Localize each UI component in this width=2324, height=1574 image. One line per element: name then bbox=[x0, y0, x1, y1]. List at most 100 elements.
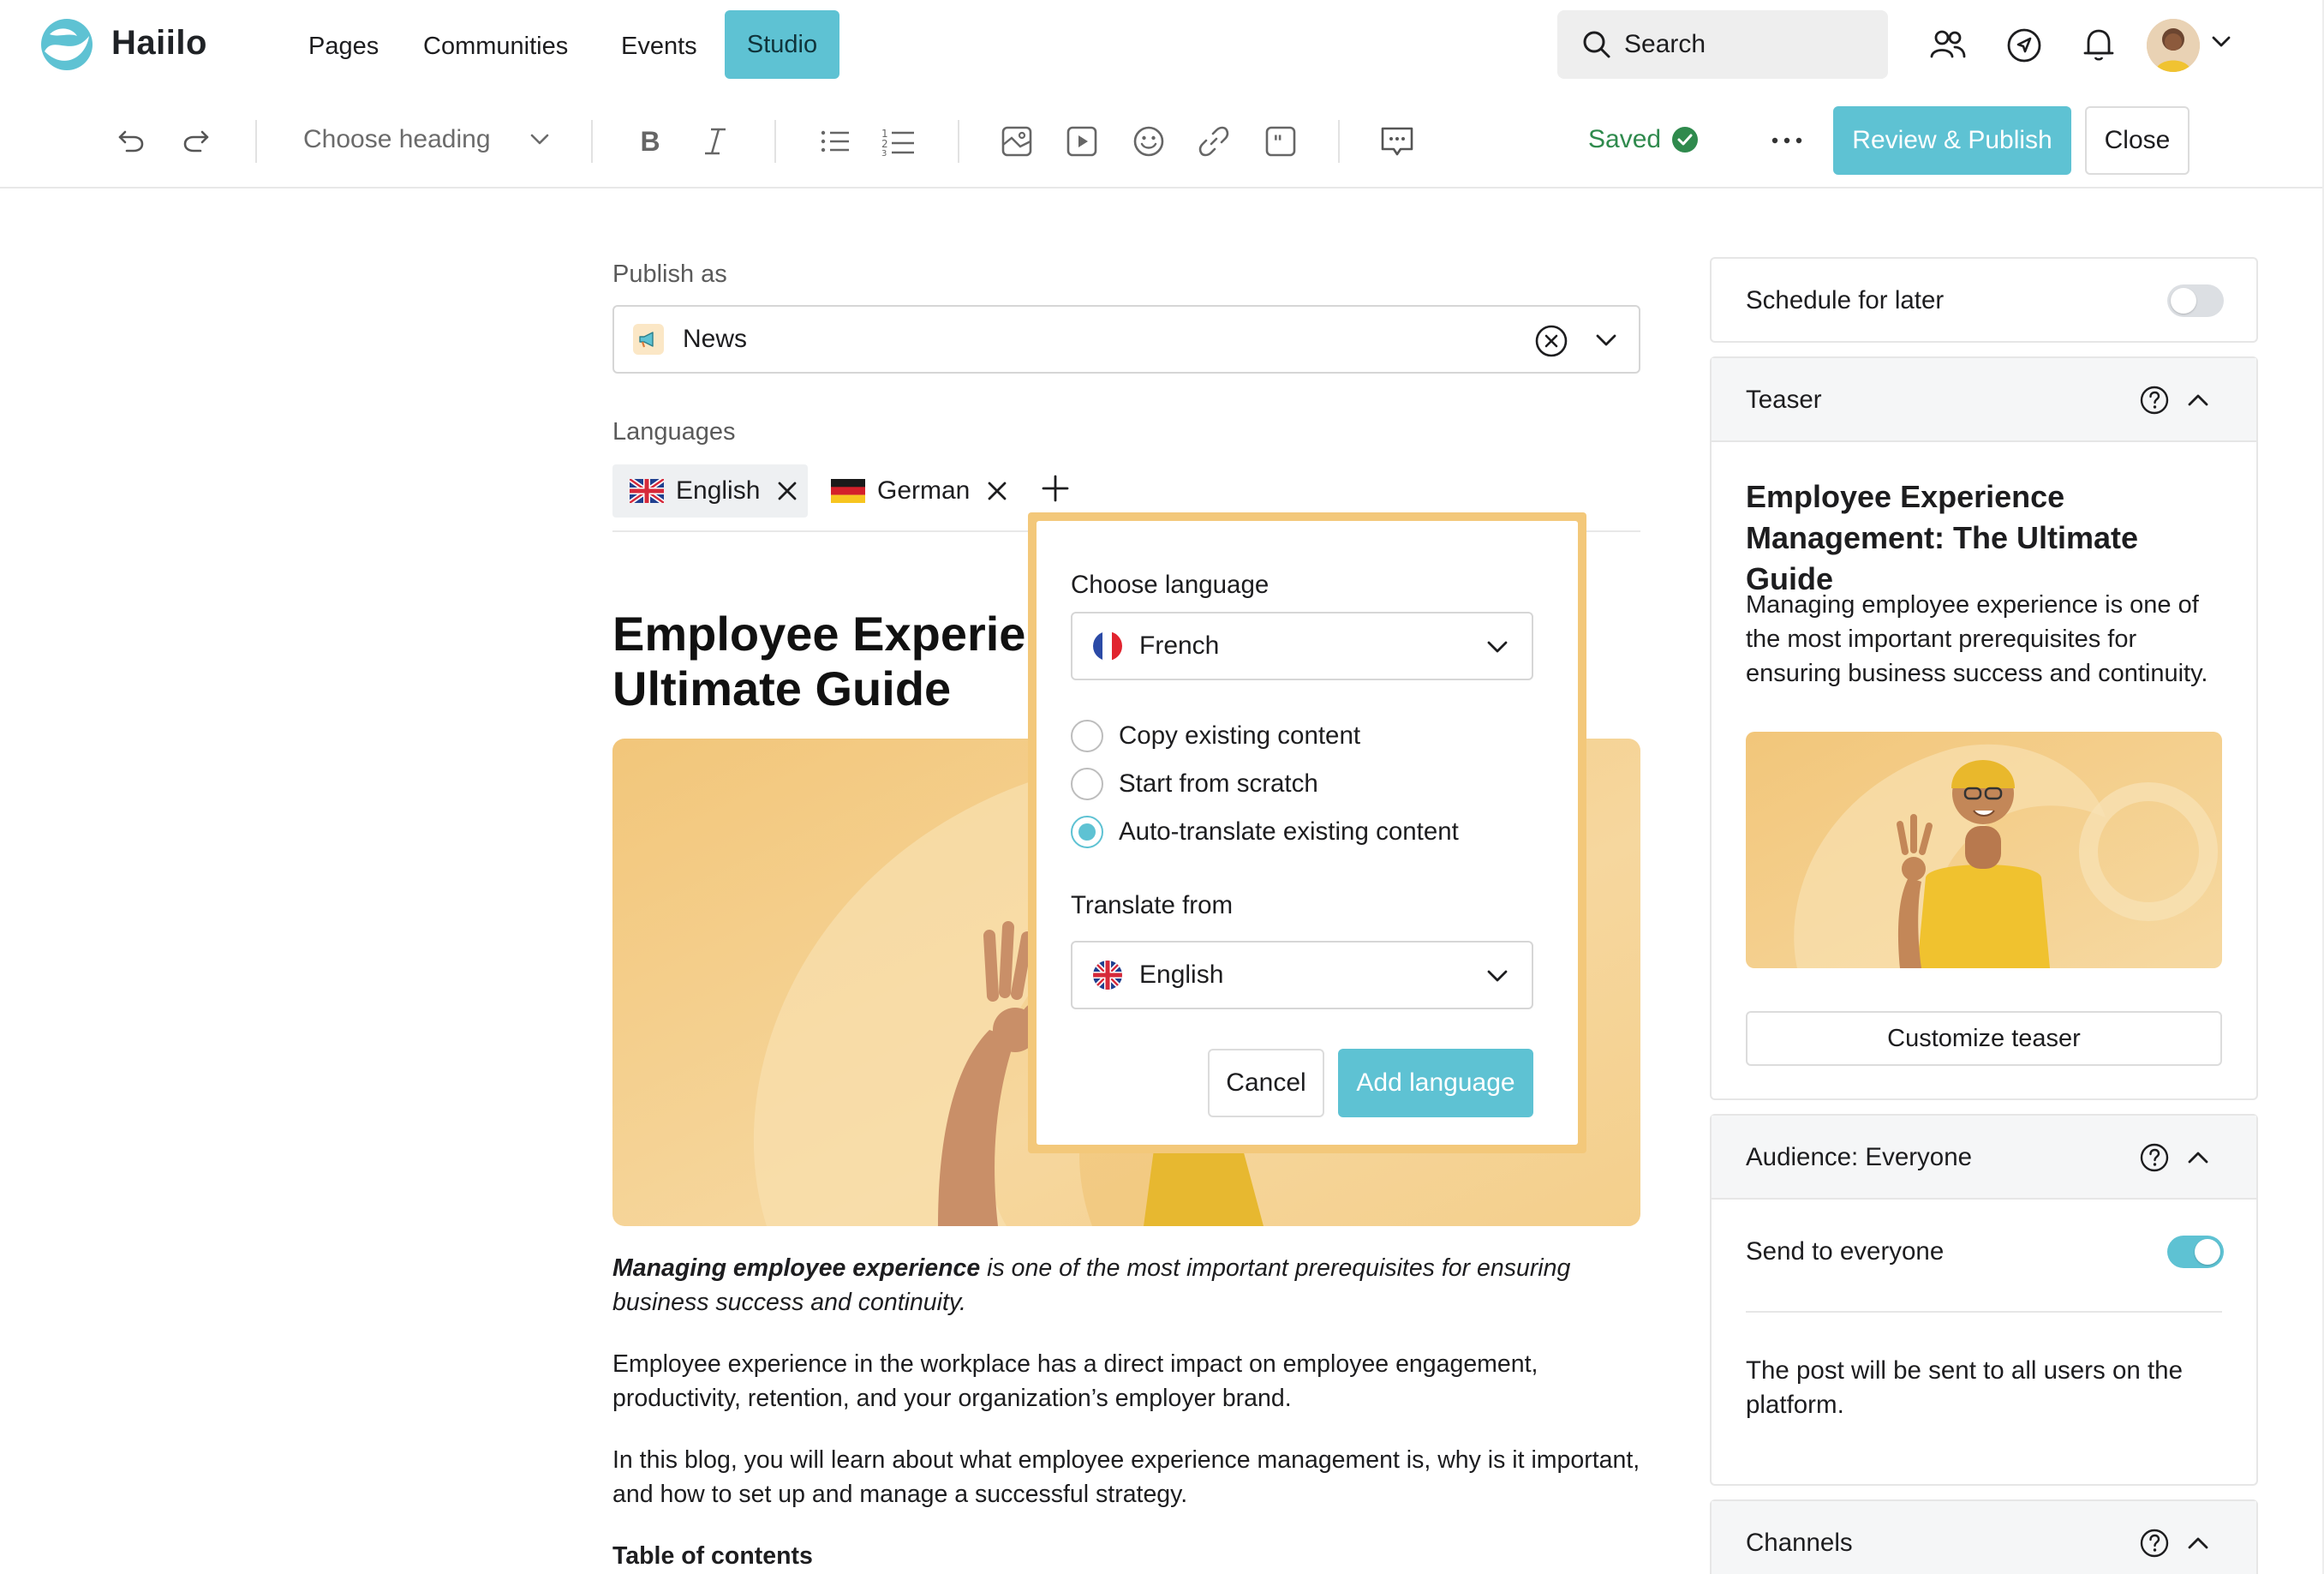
radio-auto-translate[interactable] bbox=[1071, 816, 1103, 848]
chevron-down-icon[interactable] bbox=[1596, 334, 1616, 348]
review-publish-button[interactable]: Review & Publish bbox=[1833, 106, 2071, 175]
teaser-header-label: Teaser bbox=[1746, 386, 1822, 414]
svg-text:": " bbox=[1273, 132, 1282, 154]
chevron-up-icon[interactable] bbox=[2188, 1150, 2208, 1164]
bell-icon[interactable] bbox=[2082, 26, 2116, 63]
language-chip-english[interactable]: English bbox=[612, 464, 808, 518]
popover-content: Choose language French Copy existing con… bbox=[1037, 521, 1578, 1145]
schedule-toggle[interactable] bbox=[2167, 284, 2224, 317]
paragraph-2[interactable]: In this blog, you will learn about what … bbox=[612, 1443, 1640, 1511]
uk-flag-icon bbox=[630, 479, 664, 503]
add-language-popover: Choose language French Copy existing con… bbox=[1028, 512, 1586, 1153]
heading-select[interactable]: Choose heading bbox=[303, 125, 549, 154]
toolbar-divider bbox=[255, 120, 257, 163]
uk-flag-icon bbox=[1093, 961, 1122, 990]
chevron-up-icon[interactable] bbox=[2188, 1535, 2208, 1549]
table-of-contents-heading[interactable]: Table of contents bbox=[612, 1539, 813, 1573]
more-options-icon[interactable] bbox=[1768, 123, 1806, 158]
quote-icon[interactable]: " bbox=[1261, 122, 1300, 161]
avatar[interactable] bbox=[2147, 19, 2200, 72]
top-navigation: Haiilo Pages Communities Events Studio S… bbox=[0, 0, 2324, 91]
radio-auto-translate-label[interactable]: Auto-translate existing content bbox=[1119, 817, 1459, 847]
channels-header-label: Channels bbox=[1746, 1529, 1853, 1557]
compass-icon[interactable] bbox=[2006, 27, 2042, 63]
french-flag-icon bbox=[1093, 631, 1122, 661]
saved-status: Saved bbox=[1588, 125, 1699, 154]
check-circle-icon bbox=[1671, 126, 1699, 153]
italic-icon[interactable] bbox=[696, 122, 735, 161]
choose-language-select[interactable]: French bbox=[1071, 612, 1533, 680]
nav-link-pages[interactable]: Pages bbox=[308, 29, 379, 63]
search-icon bbox=[1581, 29, 1612, 60]
choose-language-label: Choose language bbox=[1071, 571, 1270, 599]
close-icon[interactable] bbox=[777, 481, 798, 501]
numbered-list-icon[interactable]: 123 bbox=[879, 122, 918, 161]
audience-header[interactable]: Audience: Everyone bbox=[1712, 1116, 2256, 1200]
heading-select-label: Choose heading bbox=[303, 125, 491, 153]
schedule-label: Schedule for later bbox=[1746, 286, 1945, 314]
cancel-button[interactable]: Cancel bbox=[1208, 1049, 1324, 1117]
publish-as-value: News bbox=[683, 325, 748, 353]
paragraph-1[interactable]: Employee experience in the workplace has… bbox=[612, 1347, 1640, 1415]
bullet-list-icon[interactable] bbox=[815, 122, 855, 161]
image-icon[interactable] bbox=[997, 122, 1037, 161]
link-icon[interactable] bbox=[1194, 122, 1234, 161]
chevron-up-icon[interactable] bbox=[2188, 392, 2208, 406]
redo-icon[interactable] bbox=[176, 122, 216, 161]
radio-start-from-scratch[interactable] bbox=[1071, 768, 1103, 800]
toggle-knob bbox=[2171, 288, 2196, 314]
publish-as-label: Publish as bbox=[612, 260, 727, 288]
avatar-image bbox=[2147, 19, 2200, 72]
toolbar-divider bbox=[958, 120, 959, 163]
send-to-everyone-label: Send to everyone bbox=[1746, 1237, 1945, 1266]
radio-start-from-scratch-label[interactable]: Start from scratch bbox=[1119, 769, 1318, 799]
logo-mark-icon bbox=[41, 19, 93, 70]
audience-divider bbox=[1746, 1311, 2222, 1313]
bold-icon[interactable]: B bbox=[630, 122, 670, 161]
add-language-icon[interactable] bbox=[1042, 475, 1069, 502]
haiilo-logo[interactable] bbox=[38, 17, 96, 72]
languages-label: Languages bbox=[612, 418, 736, 446]
teaser-text: Managing employee experience is one of t… bbox=[1746, 591, 2208, 687]
megaphone-icon bbox=[633, 324, 664, 355]
radio-copy-existing[interactable] bbox=[1071, 720, 1103, 752]
radio-copy-existing-label[interactable]: Copy existing content bbox=[1119, 721, 1360, 751]
nav-link-communities[interactable]: Communities bbox=[423, 29, 568, 63]
search-box[interactable]: Search bbox=[1557, 10, 1888, 79]
help-circle-icon[interactable] bbox=[2140, 1529, 2169, 1558]
schedule-panel: Schedule for later bbox=[1710, 257, 2258, 343]
toolbar-divider bbox=[774, 120, 776, 163]
language-chip-label: English bbox=[676, 476, 761, 505]
help-circle-icon[interactable] bbox=[2140, 1143, 2169, 1172]
teaser-header[interactable]: Teaser bbox=[1712, 358, 2256, 442]
translate-from-label: Translate from bbox=[1071, 891, 1234, 919]
send-to-everyone-toggle[interactable] bbox=[2167, 1236, 2224, 1268]
close-icon[interactable] bbox=[987, 481, 1007, 501]
publish-as-select[interactable]: News bbox=[612, 305, 1640, 374]
intro-paragraph[interactable]: Managing employee experience is one of t… bbox=[612, 1251, 1640, 1320]
chevron-down-icon bbox=[1487, 970, 1508, 984]
translate-from-select[interactable]: English bbox=[1071, 941, 1533, 1009]
chevron-down-icon bbox=[1487, 641, 1508, 655]
clear-circle-icon[interactable] bbox=[1534, 324, 1568, 358]
customize-teaser-button[interactable]: Customize teaser bbox=[1746, 1011, 2222, 1066]
language-chip-german[interactable]: German bbox=[827, 464, 1007, 518]
nav-link-events[interactable]: Events bbox=[621, 29, 697, 63]
teaser-illustration bbox=[1746, 732, 2222, 968]
video-icon[interactable] bbox=[1062, 122, 1102, 161]
german-flag-icon bbox=[831, 479, 865, 503]
nav-link-studio[interactable]: Studio bbox=[725, 10, 839, 79]
add-language-button[interactable]: Add language bbox=[1338, 1049, 1533, 1117]
channels-header[interactable]: Channels bbox=[1712, 1501, 2256, 1574]
saved-label: Saved bbox=[1588, 125, 1662, 153]
people-icon[interactable] bbox=[1929, 27, 1967, 62]
translate-from-value: English bbox=[1139, 961, 1224, 989]
search-label: Search bbox=[1624, 30, 1706, 58]
comment-icon[interactable] bbox=[1377, 122, 1417, 161]
emoji-icon[interactable] bbox=[1129, 122, 1168, 161]
help-circle-icon[interactable] bbox=[2140, 386, 2169, 415]
chevron-down-icon[interactable] bbox=[2212, 36, 2231, 48]
undo-icon[interactable] bbox=[111, 122, 151, 161]
close-button[interactable]: Close bbox=[2085, 106, 2190, 175]
toolbar-divider bbox=[591, 120, 593, 163]
